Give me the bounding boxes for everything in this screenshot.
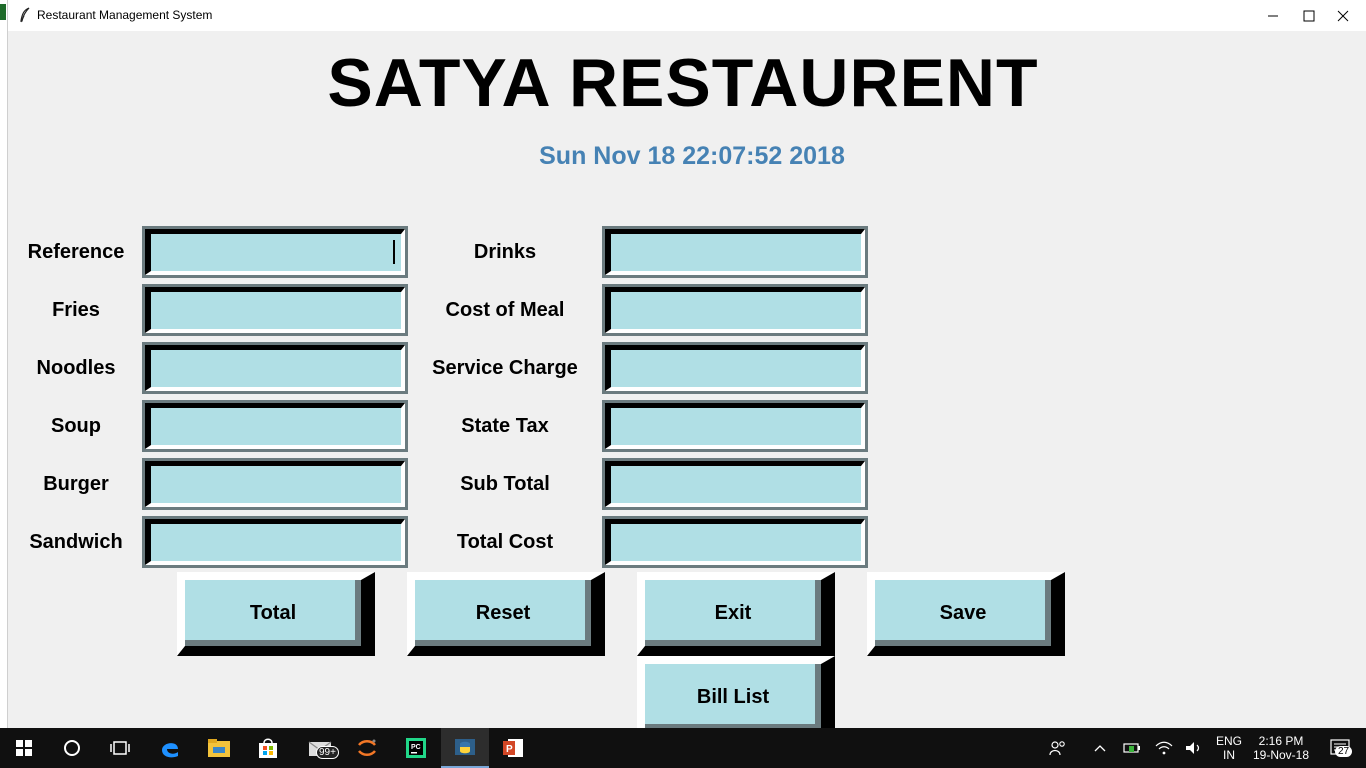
- state-tax-input[interactable]: [602, 400, 868, 452]
- mail-badge: 99+: [316, 746, 339, 759]
- exit-button-label: Exit: [714, 601, 752, 624]
- reset-button[interactable]: Reset: [407, 572, 605, 656]
- file-explorer-button[interactable]: [195, 728, 243, 768]
- wifi-button[interactable]: [1150, 728, 1178, 768]
- clock-button[interactable]: 2:16 PM 19-Nov-18: [1250, 728, 1312, 768]
- app-window: Restaurant Management System SATYA RESTA…: [0, 0, 1366, 740]
- maximize-icon: [1303, 10, 1315, 21]
- save-button[interactable]: Save: [867, 572, 1065, 656]
- bill-list-button-label: Bill List: [696, 685, 770, 708]
- minimize-icon: [1268, 15, 1278, 16]
- cortana-button[interactable]: [48, 728, 96, 768]
- exit-button[interactable]: Exit: [637, 572, 835, 656]
- svg-text:P: P: [506, 744, 513, 755]
- window-title: Restaurant Management System: [37, 8, 213, 22]
- noodles-input[interactable]: [142, 342, 408, 394]
- total-cost-input[interactable]: [602, 516, 868, 568]
- start-button[interactable]: [0, 728, 48, 768]
- cost-of-meal-input[interactable]: [602, 284, 868, 336]
- people-icon: [1049, 741, 1065, 756]
- background-window-icon: [0, 4, 6, 20]
- label-total-cost: Total Cost: [456, 531, 554, 553]
- save-button-label: Save: [939, 601, 987, 624]
- label-state-tax: State Tax: [461, 415, 549, 437]
- jupyter-icon: [358, 739, 376, 756]
- start-icon: [16, 740, 32, 756]
- text-caret: [393, 240, 395, 264]
- close-icon: [1337, 10, 1349, 21]
- show-hidden-icons-button[interactable]: [1086, 728, 1114, 768]
- volume-icon: [1186, 742, 1200, 754]
- reset-button-label: Reset: [475, 601, 531, 624]
- region-label: IN: [1223, 748, 1235, 762]
- mail-button[interactable]: 99+: [296, 728, 344, 768]
- pycharm-icon: PC: [406, 738, 426, 758]
- total-button[interactable]: Total: [177, 572, 375, 656]
- edge-icon: [162, 743, 178, 758]
- fries-input[interactable]: [142, 284, 408, 336]
- language-button[interactable]: ENG IN: [1210, 728, 1248, 768]
- taskbar: 99+ PC P ENG IN 2:16 PM 19-Nov-18 27: [0, 728, 1366, 768]
- python-button[interactable]: [441, 728, 489, 768]
- powerpoint-icon: P: [503, 739, 523, 757]
- label-drinks: Drinks: [473, 241, 537, 263]
- clock-date: 19-Nov-18: [1252, 748, 1310, 762]
- sandwich-input[interactable]: [142, 516, 408, 568]
- people-button[interactable]: [1038, 728, 1078, 768]
- label-sub-total: Sub Total: [460, 473, 550, 495]
- wifi-icon: [1155, 741, 1173, 755]
- service-charge-input[interactable]: [602, 342, 868, 394]
- label-cost-of-meal: Cost of Meal: [445, 299, 565, 321]
- cortana-icon: [64, 740, 80, 756]
- soup-input[interactable]: [142, 400, 408, 452]
- store-icon: [259, 738, 277, 758]
- volume-button[interactable]: [1180, 728, 1208, 768]
- restaurant-title: SATYA RESTAURENT: [327, 45, 1039, 121]
- reference-input[interactable]: [142, 226, 408, 278]
- battery-icon: [1123, 743, 1140, 753]
- action-center-button[interactable]: 27: [1318, 728, 1362, 768]
- current-datetime: Sun Nov 18 22:07:52 2018: [539, 142, 845, 170]
- jupyter-button[interactable]: [343, 728, 391, 768]
- total-button-label: Total: [249, 601, 297, 624]
- python-icon: [455, 739, 475, 755]
- label-service-charge: Service Charge: [432, 357, 578, 379]
- title-bar[interactable]: Restaurant Management System: [8, 0, 1366, 31]
- svg-text:PC: PC: [411, 744, 421, 751]
- edge-button[interactable]: [146, 728, 194, 768]
- task-view-button[interactable]: [96, 728, 144, 768]
- chevron-up-icon: [1094, 745, 1106, 752]
- feather-icon: [20, 7, 30, 23]
- language-label: ENG: [1215, 734, 1242, 748]
- file-explorer-icon: [208, 739, 230, 757]
- pycharm-button[interactable]: PC: [392, 728, 440, 768]
- close-button[interactable]: [1320, 0, 1366, 31]
- battery-button[interactable]: [1118, 728, 1146, 768]
- powerpoint-button[interactable]: P: [489, 728, 537, 768]
- clock-time: 2:16 PM: [1258, 734, 1304, 748]
- task-view-icon: [110, 741, 130, 755]
- drinks-input[interactable]: [602, 226, 868, 278]
- notification-count: 27: [1335, 746, 1353, 757]
- sub-total-input[interactable]: [602, 458, 868, 510]
- burger-input[interactable]: [142, 458, 408, 510]
- store-button[interactable]: [244, 728, 292, 768]
